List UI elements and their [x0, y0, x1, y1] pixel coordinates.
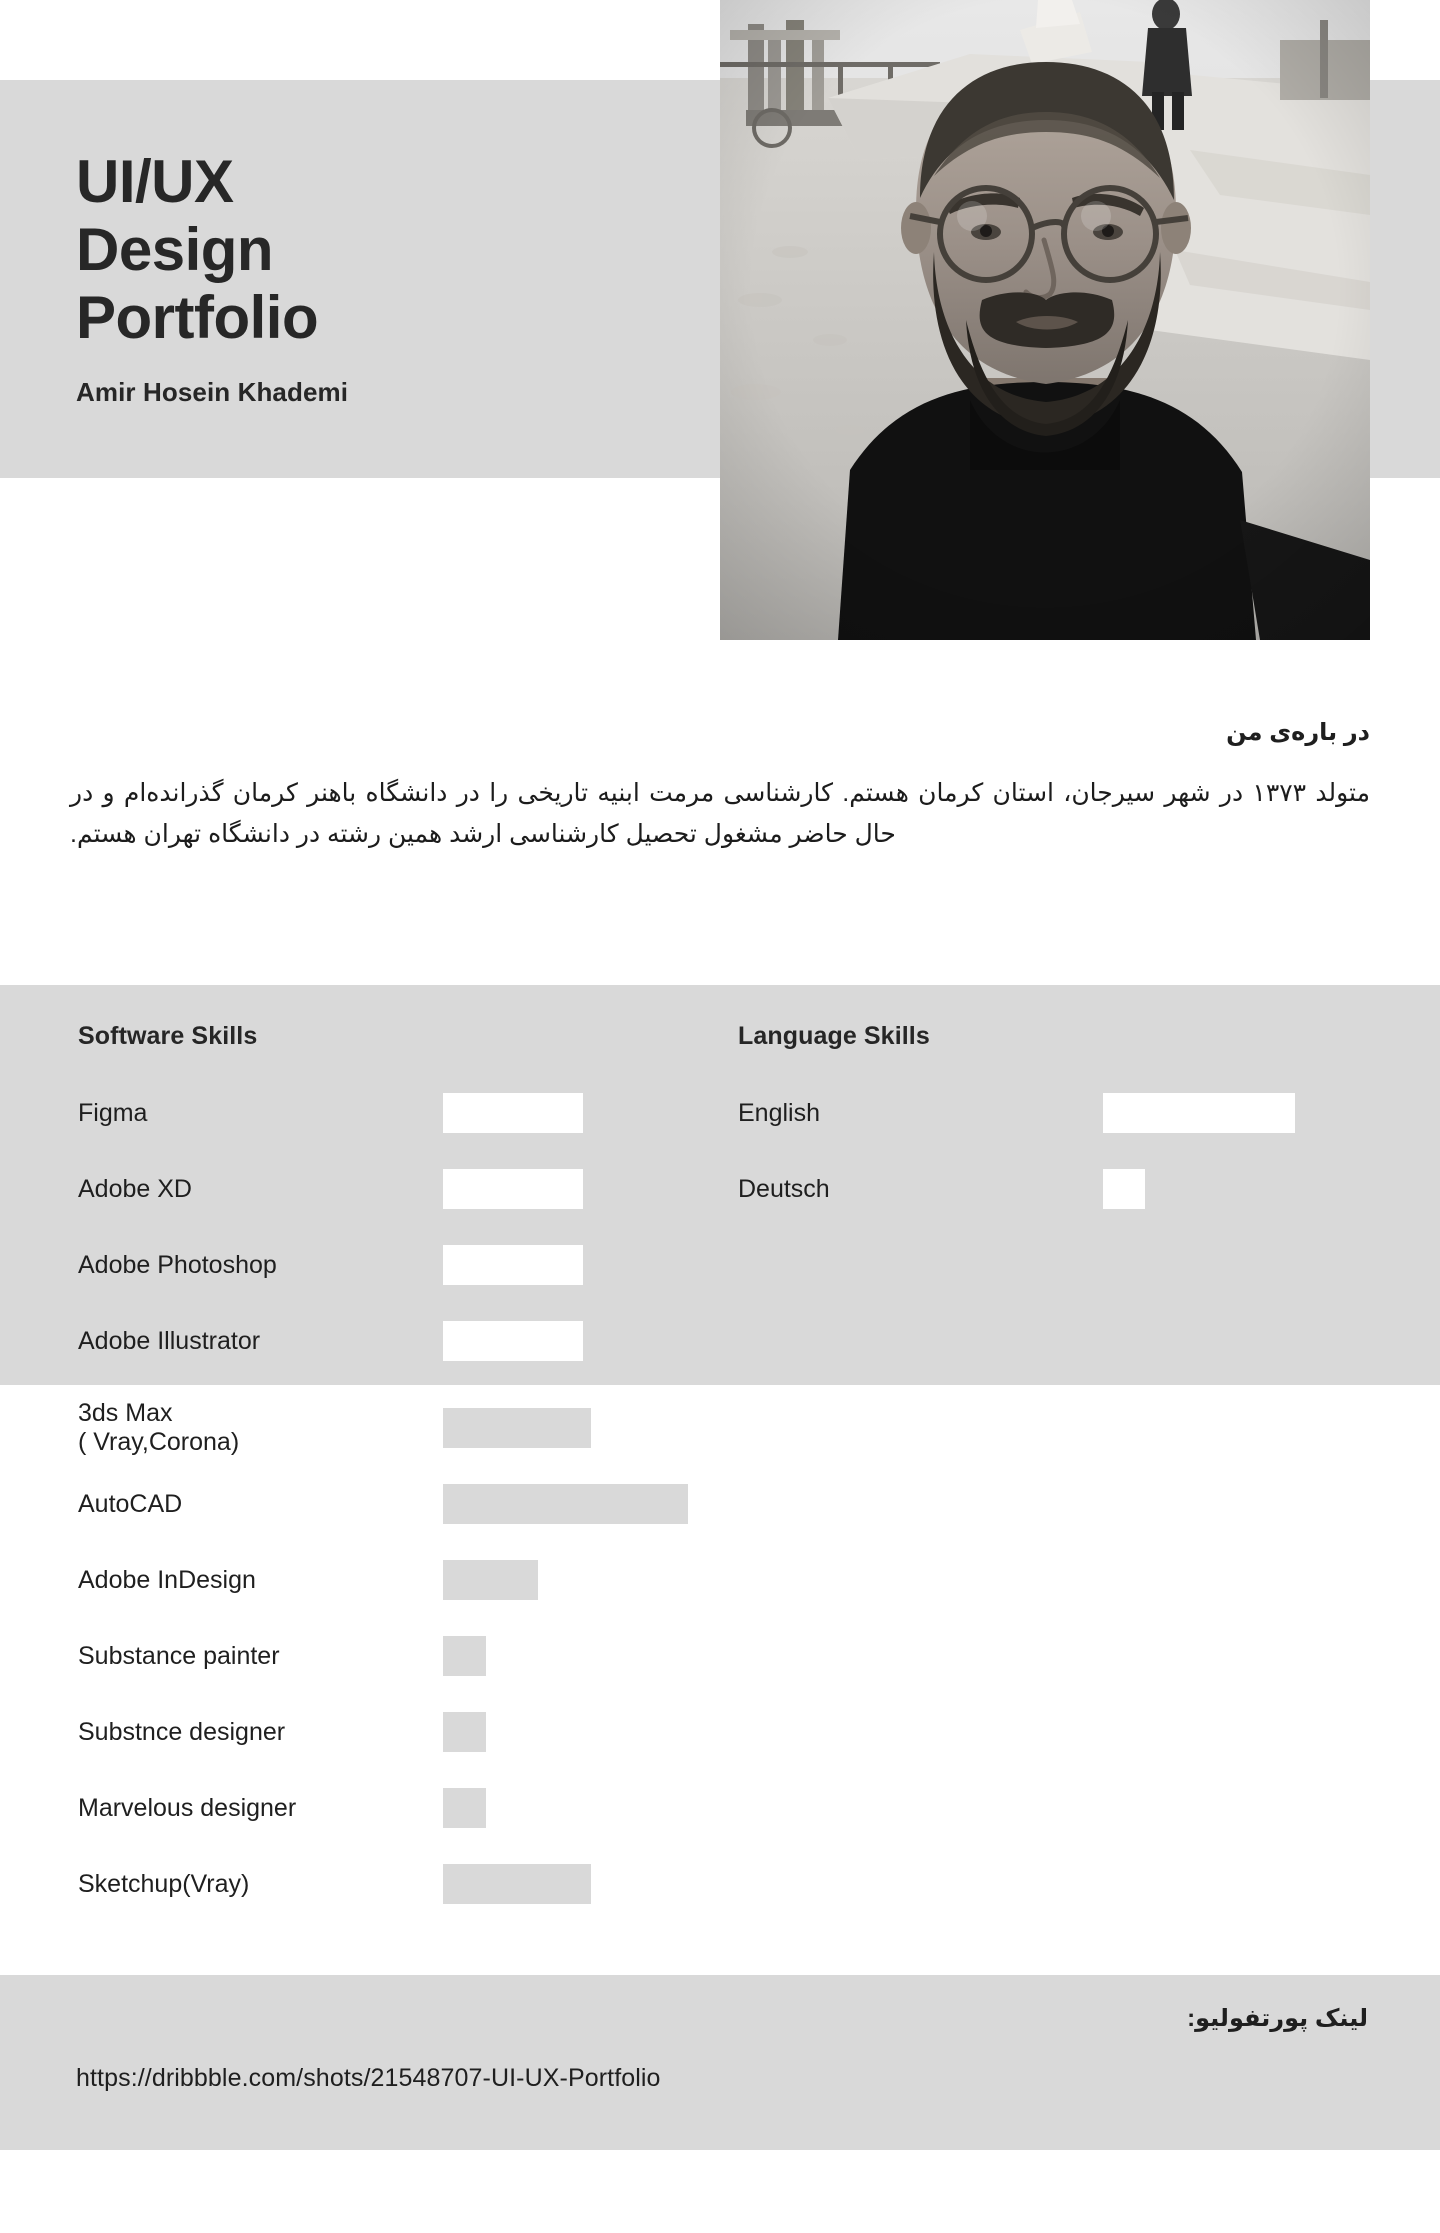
about-body: متولد ۱۳۷۳ در شهر سیرجان، استان کرمان هس…	[70, 779, 1370, 848]
skill-row: Figma	[78, 1086, 698, 1140]
portfolio-page: UI/UX Design Portfolio Amir Hosein Khade…	[0, 0, 1440, 2233]
skill-level-bar	[443, 1788, 486, 1828]
footer-band	[0, 1975, 1440, 2150]
software-skills-list: Figma Adobe XD Adobe Photoshop Adobe Illust…	[78, 1086, 698, 1368]
skill-row: Substnce designer	[78, 1704, 978, 1760]
author-name: Amir Hosein Khademi	[76, 377, 349, 408]
software-skill-label: Adobe InDesign	[78, 1566, 256, 1594]
skill-row: Adobe XD	[78, 1162, 698, 1216]
skill-row: Adobe Photoshop	[78, 1238, 698, 1292]
language-skill-label: English	[738, 1099, 820, 1127]
skill-row: Substance painter	[78, 1628, 978, 1684]
software-skill-label: Adobe Illustrator	[78, 1327, 261, 1355]
language-skill-label: Deutsch	[738, 1175, 830, 1203]
page-title-line-3: Portfolio	[76, 283, 319, 351]
language-skills-heading: Language Skills	[738, 1022, 930, 1050]
profile-photo-image	[720, 0, 1370, 640]
software-skill-label: Substnce designer	[78, 1718, 286, 1746]
software-skills-heading: Software Skills	[78, 1022, 258, 1050]
software-skill-label: Substance painter	[78, 1642, 280, 1670]
software-skill-label: Adobe XD	[78, 1175, 192, 1203]
software-skills-extended-list: 3ds Max( Vray,Corona) AutoCAD Adobe InDesi…	[78, 1398, 978, 1932]
skill-level-bar	[443, 1245, 583, 1285]
skill-level-bar	[443, 1560, 538, 1600]
software-skill-label: 3ds Max( Vray,Corona)	[78, 1398, 240, 1457]
portfolio-link[interactable]: https://dribbble.com/shots/21548707-UI-U…	[76, 2064, 661, 2093]
skill-row: AutoCAD	[78, 1476, 978, 1532]
skill-level-bar	[443, 1864, 591, 1904]
software-skill-label: Adobe Photoshop	[78, 1251, 277, 1279]
skill-level-bar	[443, 1484, 688, 1524]
portfolio-link-label: لینک پورتفولیو:	[1187, 2005, 1368, 2032]
language-skills-column: Language Skills English Deutsch	[738, 1022, 1358, 1238]
skill-row: 3ds Max( Vray,Corona)	[78, 1398, 978, 1457]
software-skills-column: Software Skills Figma Adobe XD Adobe Photo…	[78, 1022, 698, 1390]
language-skills-list: English Deutsch	[738, 1086, 1358, 1216]
skill-level-bar	[443, 1093, 583, 1133]
skill-row: Adobe InDesign	[78, 1552, 978, 1608]
skill-row: Marvelous designer	[78, 1780, 978, 1836]
title-block: UI/UX Design Portfolio Amir Hosein Khade…	[76, 148, 636, 408]
skill-level-bar	[443, 1712, 486, 1752]
skill-level-bar	[443, 1636, 486, 1676]
about-section: در باره‌ی من متولد ۱۳۷۳ در شهر سیرجان، ا…	[70, 718, 1370, 854]
skill-level-bar	[443, 1408, 591, 1448]
software-skill-label: Sketchup(Vray)	[78, 1870, 250, 1898]
software-skill-label: Figma	[78, 1099, 148, 1127]
skill-row: Deutsch	[738, 1162, 1358, 1216]
software-skill-label: Marvelous designer	[78, 1794, 297, 1822]
page-title-line-2: Design	[76, 215, 274, 283]
skill-level-bar	[1103, 1093, 1295, 1133]
skill-level-bar	[1103, 1169, 1145, 1209]
skill-row: English	[738, 1086, 1358, 1140]
page-title-line-1: UI/UX	[76, 148, 234, 215]
software-skill-label: AutoCAD	[78, 1490, 183, 1518]
skill-row: Adobe Illustrator	[78, 1314, 698, 1368]
skill-level-bar	[443, 1169, 583, 1209]
about-title: در باره‌ی من	[1226, 719, 1370, 746]
skill-row: Sketchup(Vray)	[78, 1856, 978, 1912]
profile-photo	[720, 0, 1370, 640]
skill-level-bar	[443, 1321, 583, 1361]
